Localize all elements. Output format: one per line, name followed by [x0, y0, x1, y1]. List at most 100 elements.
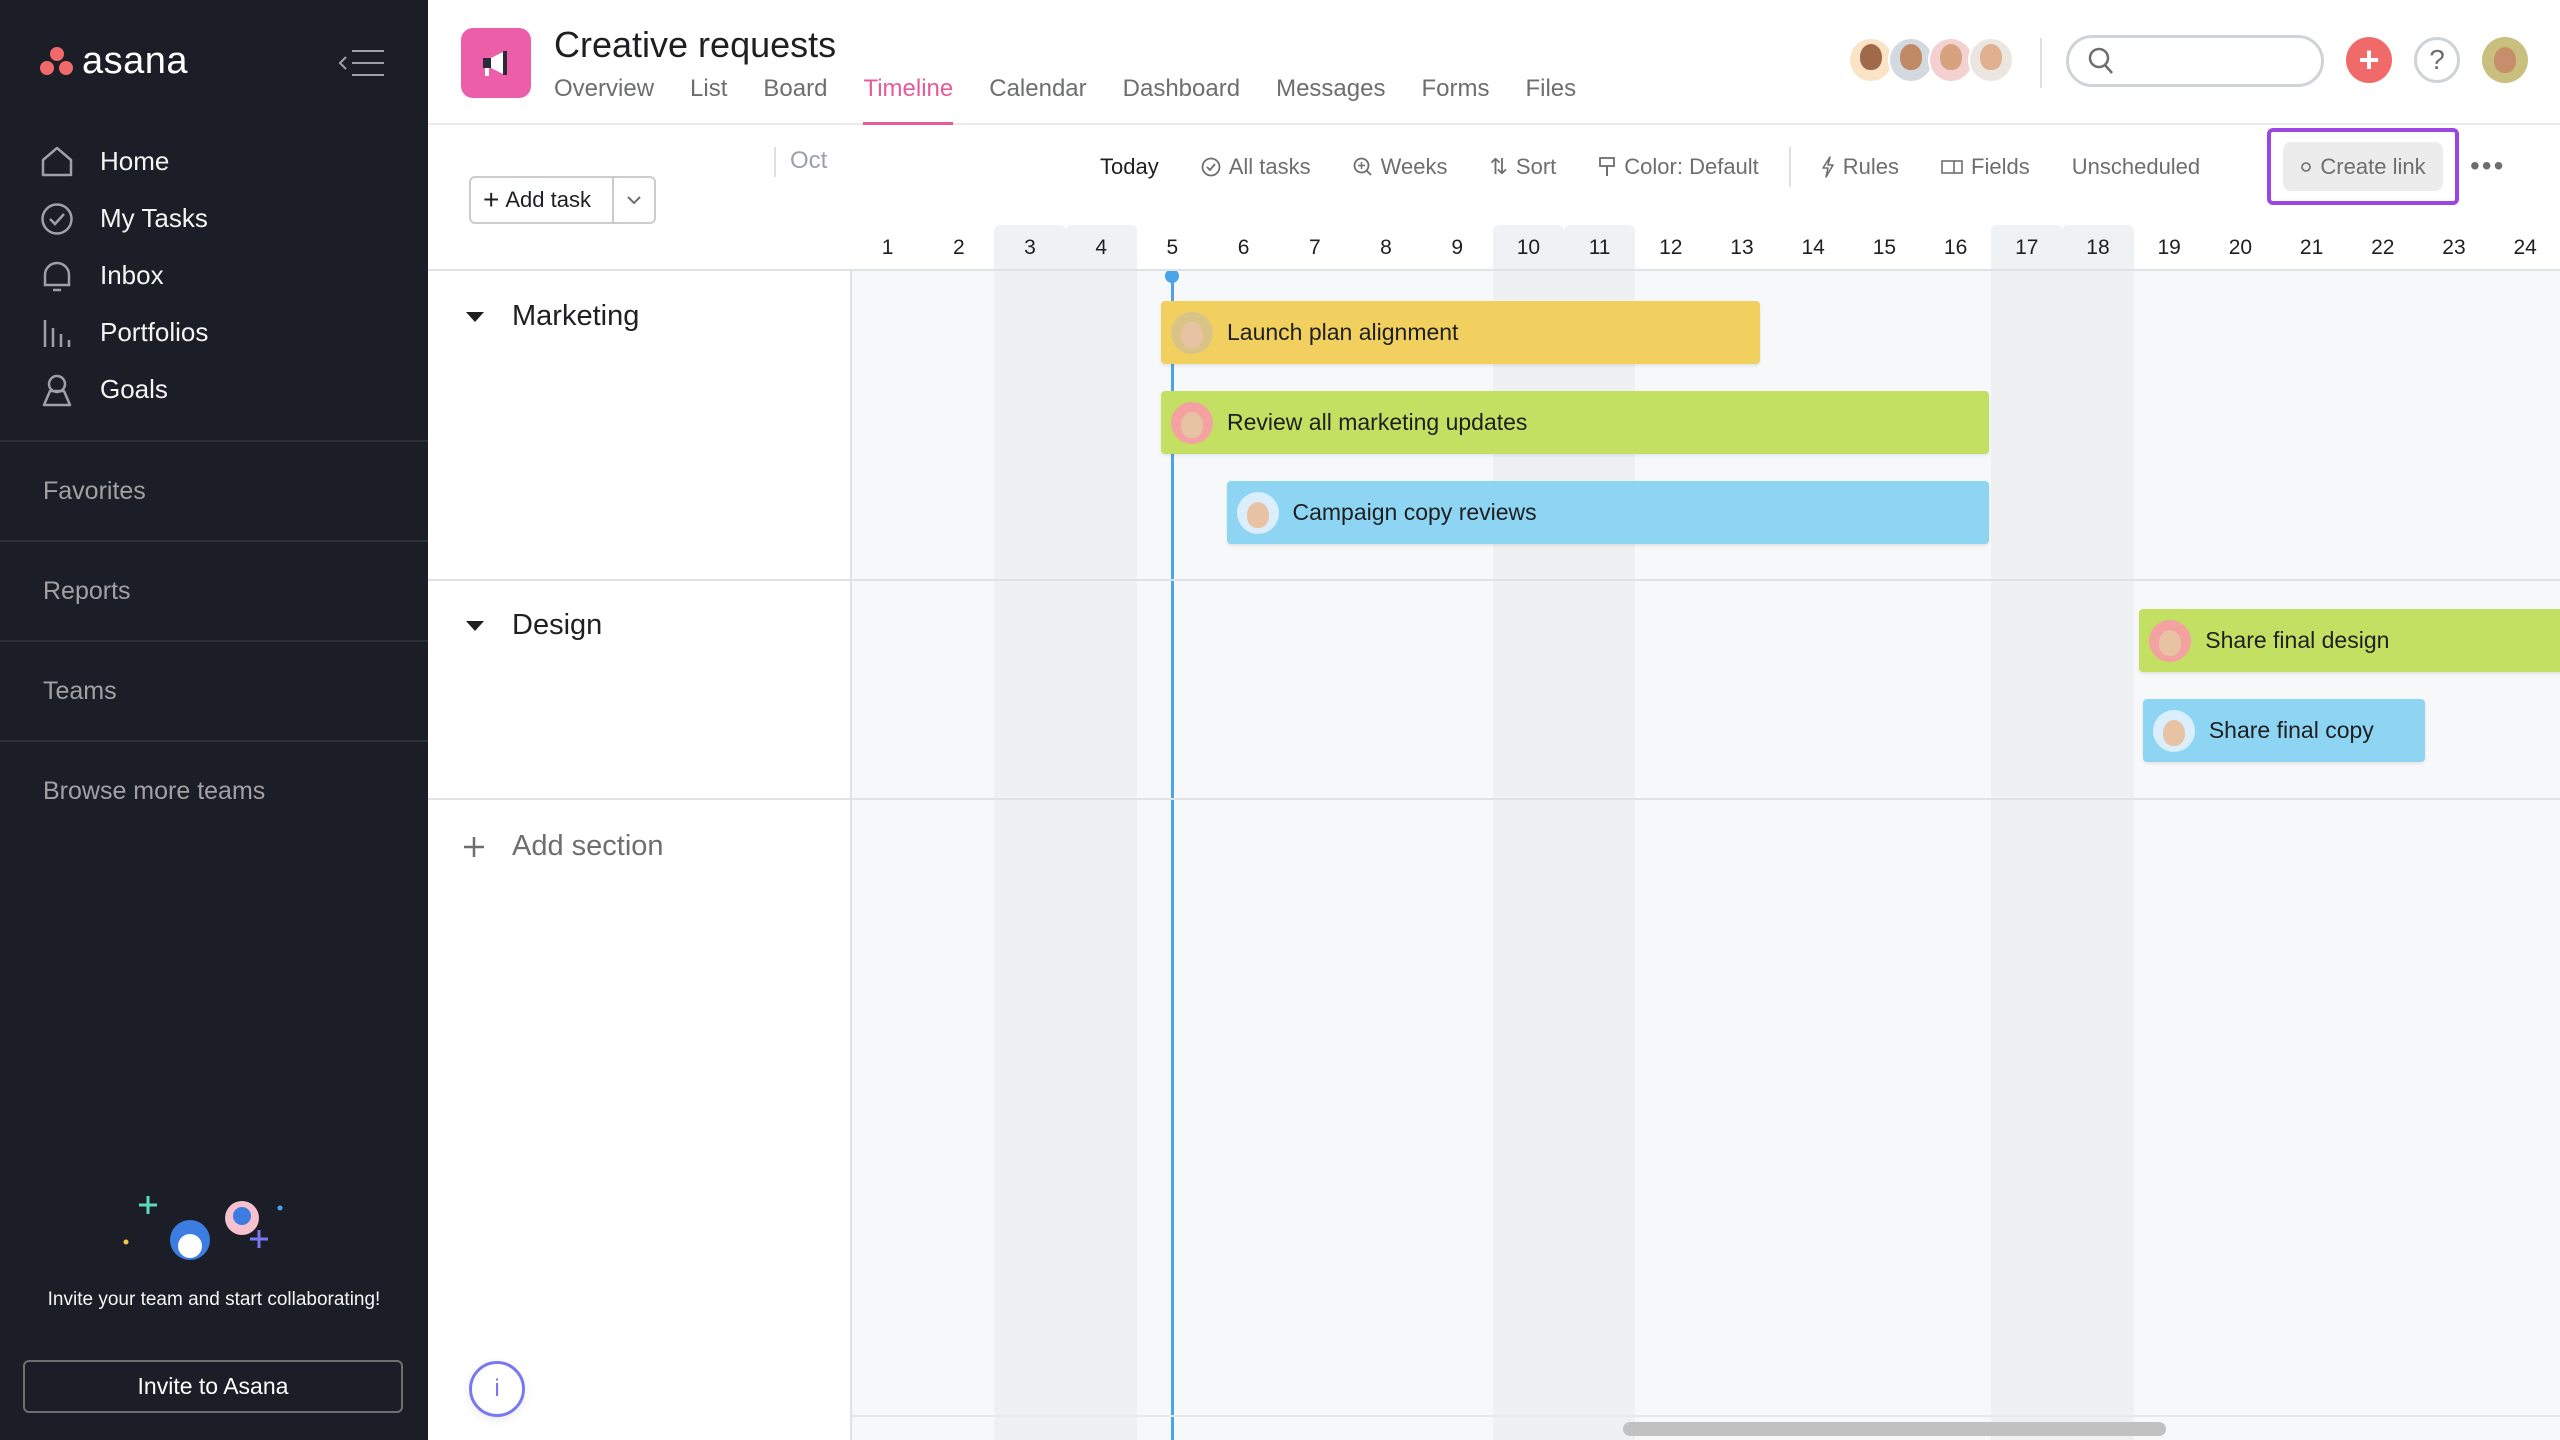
sidebar-item-my-tasks[interactable]: My Tasks	[40, 190, 208, 247]
user-avatar[interactable]	[2482, 37, 2528, 83]
more-options-button[interactable]: •••	[2470, 150, 2505, 182]
bell-icon	[40, 259, 74, 293]
task-bar[interactable]: Campaign copy reviews	[1226, 481, 1990, 544]
sidebar-teams[interactable]: Teams	[0, 640, 428, 740]
day-label: 20	[2228, 236, 2253, 259]
tab-overview[interactable]: Overview	[554, 74, 654, 125]
tab-calendar[interactable]: Calendar	[989, 74, 1086, 125]
collapse-menu-icon	[338, 50, 384, 76]
day-label: 12	[1659, 236, 1683, 259]
fields-button[interactable]: Fields	[1941, 142, 2030, 192]
invite-to-asana-button[interactable]: Invite to Asana	[23, 1360, 403, 1413]
zoom-weeks-button[interactable]: Weeks	[1353, 142, 1447, 192]
sidebar-item-goals[interactable]: Goals	[40, 361, 208, 418]
project-icon[interactable]	[461, 28, 531, 98]
rules-button[interactable]: Rules	[1821, 142, 1899, 192]
info-button[interactable]: i	[469, 1361, 525, 1417]
task-bar[interactable]: Launch plan alignment	[1161, 301, 1760, 364]
section-design[interactable]: Design	[466, 609, 602, 642]
invite-message: Invite your team and start collaborating…	[47, 1289, 381, 1310]
task-name: Campaign copy reviews	[1292, 499, 1537, 525]
day-label: 16	[1943, 236, 1968, 259]
day-label: 14	[1801, 236, 1825, 259]
create-link-button[interactable]: Create link	[2283, 142, 2443, 191]
task-bar[interactable]: Share final design	[2139, 609, 2560, 672]
sidebar-reports[interactable]: Reports	[0, 540, 428, 640]
sidebar-item-home[interactable]: Home	[40, 133, 208, 190]
check-circle-icon	[40, 202, 74, 236]
tab-list[interactable]: List	[690, 74, 727, 125]
assignee-avatar[interactable]	[2152, 709, 2195, 752]
assignee-avatar[interactable]	[1236, 491, 1279, 534]
tab-files[interactable]: Files	[1525, 74, 1576, 125]
task-bar[interactable]: Share final copy	[2142, 699, 2425, 762]
sidebar-favorites[interactable]: Favorites	[0, 440, 428, 540]
add-task-button[interactable]: + Add task	[471, 178, 615, 222]
task-name: Review all marketing updates	[1227, 409, 1528, 435]
unscheduled-button[interactable]: Unscheduled	[2072, 142, 2200, 192]
help-button[interactable]: ?	[2414, 37, 2460, 83]
day-label: 5	[1166, 236, 1179, 259]
task-name: Launch plan alignment	[1227, 319, 1459, 345]
day-label: 6	[1237, 236, 1250, 259]
project-title[interactable]: Creative requests	[554, 24, 836, 66]
day-label: 1	[881, 236, 894, 259]
tab-board[interactable]: Board	[763, 74, 827, 125]
member-avatar[interactable]	[1968, 37, 2014, 83]
person-icon	[40, 373, 74, 407]
plus-icon: +	[2358, 39, 2380, 80]
all-tasks-filter[interactable]: All tasks	[1201, 142, 1311, 192]
plus-sparkle-icon	[139, 1196, 157, 1214]
sort-icon: ⇅	[1489, 154, 1508, 179]
weekend-column	[1065, 271, 1137, 1440]
task-name: Share final copy	[2208, 717, 2374, 743]
search-input[interactable]	[2066, 35, 2324, 87]
quick-add-button[interactable]: +	[2346, 37, 2392, 83]
day-label: 22	[2371, 236, 2395, 259]
home-icon	[40, 145, 74, 179]
task-bar[interactable]: Review all marketing updates	[1161, 391, 1990, 454]
sidebar-item-label: My Tasks	[100, 203, 208, 233]
day-label: 2	[952, 236, 965, 259]
horizontal-scrollbar[interactable]	[1623, 1422, 2166, 1436]
day-label: 7	[1308, 236, 1321, 259]
caret-down-icon[interactable]	[466, 311, 484, 322]
tab-timeline[interactable]: Timeline	[863, 74, 953, 125]
month-label: Oct	[774, 147, 827, 177]
assignee-avatar[interactable]	[1171, 401, 1213, 444]
color-button[interactable]: Color: Default	[1598, 142, 1759, 192]
sidebar-item-portfolios[interactable]: Portfolios	[40, 304, 208, 361]
tab-dashboard[interactable]: Dashboard	[1123, 74, 1240, 125]
sort-button[interactable]: ⇅ Sort	[1489, 142, 1556, 192]
sidebar-item-inbox[interactable]: Inbox	[40, 247, 208, 304]
day-label: 15	[1872, 236, 1897, 259]
megaphone-icon	[483, 51, 507, 76]
day-label: 3	[994, 225, 1066, 271]
assignee-avatar[interactable]	[1171, 311, 1213, 354]
timeline-grid[interactable]: Launch plan alignment Review all marketin…	[852, 271, 2560, 1440]
tab-forms[interactable]: Forms	[1421, 74, 1489, 125]
sidebar-browse-teams[interactable]: Browse more teams	[0, 740, 428, 840]
add-task-dropdown[interactable]	[614, 195, 654, 205]
create-link-highlight: Create link	[2267, 128, 2459, 205]
chevron-down-icon	[627, 196, 641, 205]
plus-icon	[464, 836, 484, 857]
timeline-toolbar: Today All tasks Weeks ⇅ Sort Color: Defa…	[1100, 142, 2242, 192]
sidebar-item-label: Inbox	[100, 260, 164, 290]
tab-messages[interactable]: Messages	[1276, 74, 1385, 125]
add-section-button[interactable]: Add section	[462, 830, 664, 863]
asana-logo-icon	[40, 46, 74, 77]
add-task-split-button: + Add task	[469, 176, 656, 224]
today-button[interactable]: Today	[1100, 142, 1159, 192]
fields-icon	[1941, 160, 1963, 174]
sidebar: asana Home My Tasks Inbox Portfolios Goa…	[0, 0, 428, 1440]
section-divider	[428, 579, 2560, 581]
caret-down-icon[interactable]	[466, 620, 484, 631]
section-marketing[interactable]: Marketing	[466, 300, 639, 333]
invite-illustration	[123, 1196, 283, 1260]
project-members[interactable]	[1848, 37, 2014, 83]
asana-logo[interactable]: asana	[40, 40, 188, 83]
assignee-avatar[interactable]	[2149, 619, 2192, 662]
collapse-sidebar-button[interactable]	[338, 48, 386, 78]
scroll-track	[852, 1415, 2560, 1417]
